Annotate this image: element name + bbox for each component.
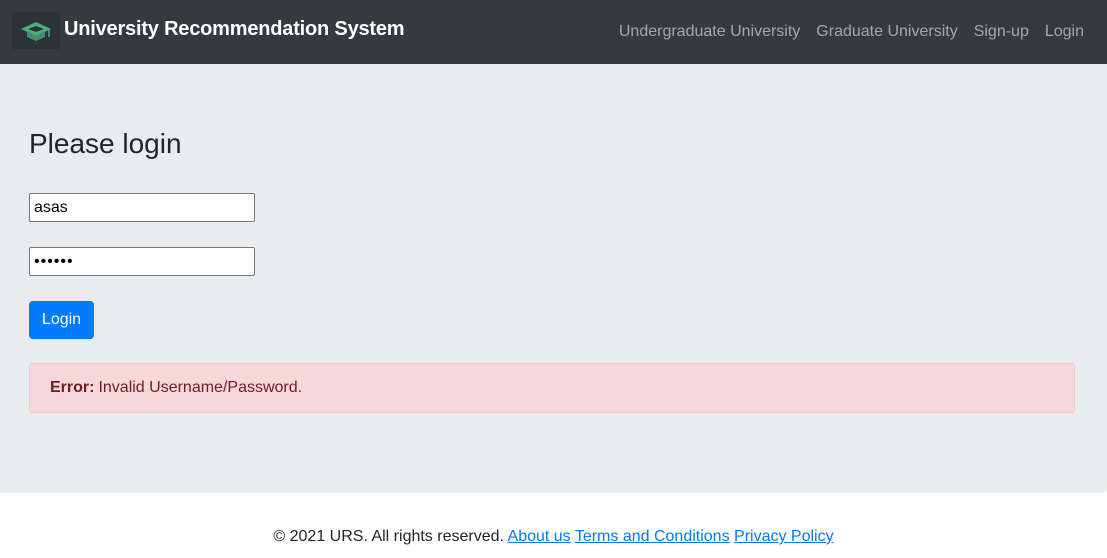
login-panel: Please login Login Error: Invalid Userna… bbox=[0, 64, 1107, 493]
nav-link-undergraduate[interactable]: Undergraduate University bbox=[611, 23, 808, 41]
error-alert-prefix: Error: bbox=[50, 379, 95, 396]
password-input[interactable] bbox=[29, 247, 255, 276]
nav-link-login[interactable]: Login bbox=[1037, 23, 1091, 41]
footer-link-about[interactable]: About us bbox=[508, 528, 571, 545]
nav-link-graduate[interactable]: Graduate University bbox=[808, 23, 965, 41]
nav-link-signup[interactable]: Sign-up bbox=[966, 23, 1037, 41]
graduation-cap-icon bbox=[12, 12, 60, 49]
login-button[interactable]: Login bbox=[29, 301, 94, 339]
brand-link[interactable]: University Recommendation System bbox=[12, 12, 405, 49]
error-alert: Error: Invalid Username/Password. bbox=[29, 363, 1075, 413]
footer-link-privacy[interactable]: Privacy Policy bbox=[734, 528, 834, 545]
footer-link-terms[interactable]: Terms and Conditions bbox=[575, 528, 730, 545]
nav-links: Undergraduate University Graduate Univer… bbox=[611, 0, 1091, 64]
footer: © 2021 URS. All rights reserved. About u… bbox=[0, 526, 1107, 548]
error-alert-message: Invalid Username/Password. bbox=[98, 379, 303, 396]
username-input[interactable] bbox=[29, 193, 255, 222]
page-title: Please login bbox=[29, 128, 182, 159]
navbar: University Recommendation System Undergr… bbox=[0, 0, 1107, 64]
footer-copyright: © 2021 URS. All rights reserved. bbox=[273, 528, 504, 545]
brand-title: University Recommendation System bbox=[64, 18, 405, 40]
